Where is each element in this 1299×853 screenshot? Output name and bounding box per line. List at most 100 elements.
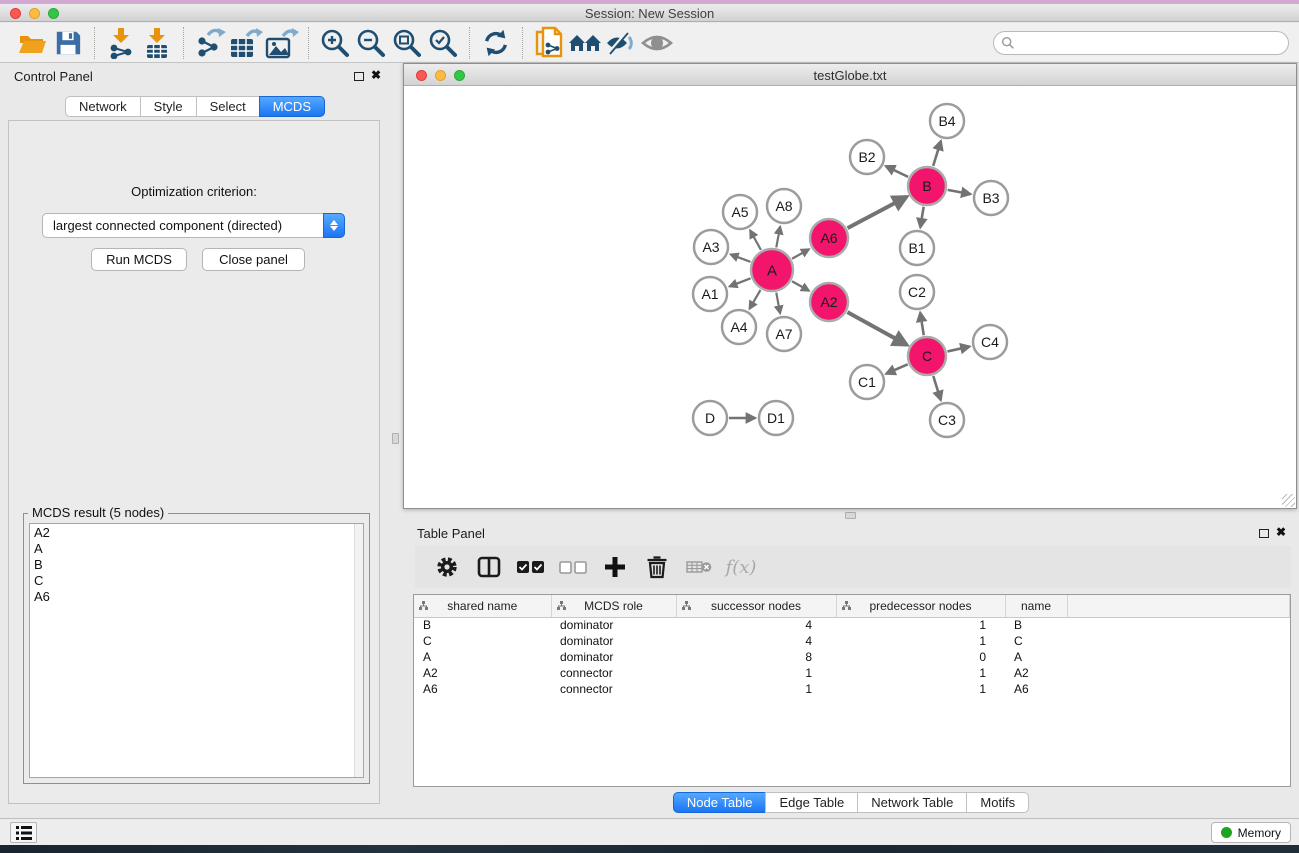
graph-node-A[interactable]: A [751, 249, 793, 291]
graph-node-B[interactable]: B [908, 167, 946, 205]
tab-style[interactable]: Style [140, 96, 197, 117]
graph-edge-C-C4[interactable] [947, 347, 969, 352]
graph-node-C2[interactable]: C2 [900, 275, 934, 309]
table-cell[interactable]: 4 [676, 633, 836, 649]
table-cell[interactable]: dominator [551, 617, 676, 633]
import-table-button[interactable] [139, 27, 175, 59]
graph-node-A2[interactable]: A2 [810, 283, 848, 321]
tab-select[interactable]: Select [196, 96, 260, 117]
result-item[interactable]: A [34, 541, 363, 557]
table-cell[interactable]: 1 [676, 665, 836, 681]
table-cell[interactable]: dominator [551, 633, 676, 649]
column-header-predecessor-nodes[interactable]: predecessor nodes [836, 595, 1005, 617]
vertical-splitter-grip[interactable] [392, 433, 399, 444]
table-row[interactable]: A6connector11A6 [414, 681, 1290, 697]
table-row[interactable]: Adominator80A [414, 649, 1290, 665]
table-row[interactable]: Bdominator41B [414, 617, 1290, 633]
save-session-button[interactable] [50, 27, 86, 59]
graph-node-D1[interactable]: D1 [759, 401, 793, 435]
graph-node-A3[interactable]: A3 [694, 230, 728, 264]
graph-edge-C-C2[interactable] [920, 313, 924, 336]
graph-edge-C-C3[interactable] [933, 376, 940, 400]
tab-network[interactable]: Network [65, 96, 141, 117]
network-window-titlebar[interactable]: testGlobe.txt [404, 64, 1296, 86]
table-cell[interactable]: A [414, 649, 551, 665]
table-cell[interactable]: 1 [836, 681, 1005, 697]
task-history-button[interactable] [10, 822, 37, 843]
table-cell[interactable]: 1 [836, 665, 1005, 681]
tab-mcds[interactable]: MCDS [259, 96, 325, 117]
column-header-successor-nodes[interactable]: successor nodes [676, 595, 836, 617]
window-resize-grip[interactable] [1282, 494, 1295, 507]
memory-button[interactable]: Memory [1211, 822, 1291, 843]
graph-edge-C-C1[interactable] [886, 364, 907, 373]
search-input[interactable] [993, 31, 1289, 55]
table-cell[interactable]: 1 [676, 681, 836, 697]
zoom-selected-button[interactable] [425, 27, 461, 59]
table-cell[interactable]: C [414, 633, 551, 649]
mcds-result-list[interactable]: A2ABCA6 [29, 523, 364, 778]
table-cell[interactable]: dominator [551, 649, 676, 665]
table-cell[interactable] [1067, 681, 1290, 697]
graph-node-B3[interactable]: B3 [974, 181, 1008, 215]
table-cell[interactable]: A [1005, 649, 1067, 665]
table-cell[interactable]: C [1005, 633, 1067, 649]
graph-edge-A-A4[interactable] [750, 290, 761, 309]
result-scrollbar[interactable] [354, 524, 363, 777]
graph-edge-A-A2[interactable] [792, 281, 809, 290]
table-cell[interactable]: connector [551, 681, 676, 697]
table-cell[interactable]: A2 [414, 665, 551, 681]
graph-node-C[interactable]: C [908, 337, 946, 375]
node-table[interactable]: shared nameMCDS rolesuccessor nodesprede… [414, 595, 1290, 697]
graph-node-A4[interactable]: A4 [722, 310, 756, 344]
table-row[interactable]: Cdominator41C [414, 633, 1290, 649]
table-cell[interactable] [1067, 617, 1290, 633]
control-panel-float-icon[interactable] [354, 72, 364, 81]
graph-node-B1[interactable]: B1 [900, 231, 934, 265]
table-settings-button[interactable] [433, 553, 461, 581]
graph-node-A6[interactable]: A6 [810, 219, 848, 257]
graph-edge-B-B1[interactable] [920, 207, 923, 228]
graph-edge-A-A7[interactable] [776, 293, 780, 314]
tab-node-table[interactable]: Node Table [673, 792, 767, 813]
graph-edge-A2-C[interactable] [847, 312, 906, 345]
graph-edge-A-A1[interactable] [730, 278, 751, 286]
table-cell[interactable] [1067, 665, 1290, 681]
table-cell[interactable] [1067, 649, 1290, 665]
graph-node-B2[interactable]: B2 [850, 140, 884, 174]
graph-node-C1[interactable]: C1 [850, 365, 884, 399]
close-panel-button[interactable]: Close panel [202, 248, 305, 271]
hide-panels-button[interactable] [603, 27, 639, 59]
table-cell[interactable]: B [414, 617, 551, 633]
graph-node-A7[interactable]: A7 [767, 317, 801, 351]
table-row[interactable]: A2connector11A2 [414, 665, 1290, 681]
table-cell[interactable]: B [1005, 617, 1067, 633]
zoom-in-button[interactable] [317, 27, 353, 59]
column-header-name[interactable]: name [1005, 595, 1067, 617]
column-header-MCDS-role[interactable]: MCDS role [551, 595, 676, 617]
graph-node-D[interactable]: D [693, 401, 727, 435]
result-item[interactable]: B [34, 557, 363, 573]
table-cell[interactable]: 1 [836, 633, 1005, 649]
delete-column-button[interactable] [643, 553, 671, 581]
table-cell[interactable]: A6 [414, 681, 551, 697]
export-table-button[interactable] [228, 27, 264, 59]
graph-edge-A6-B[interactable] [848, 197, 907, 228]
graph-node-A5[interactable]: A5 [723, 195, 757, 229]
deselect-all-button[interactable] [559, 553, 587, 581]
result-item[interactable]: A2 [34, 525, 363, 541]
home-layout-button[interactable] [567, 27, 603, 59]
select-all-button[interactable] [517, 553, 545, 581]
tab-motifs[interactable]: Motifs [966, 792, 1029, 813]
result-item[interactable]: C [34, 573, 363, 589]
graph-node-B4[interactable]: B4 [930, 104, 964, 138]
table-panel-close-icon[interactable]: ✖ [1276, 525, 1286, 539]
refresh-button[interactable] [478, 27, 514, 59]
show-graphics-button[interactable] [639, 27, 675, 59]
graph-edge-B-B4[interactable] [933, 141, 941, 166]
graph-edge-A-A6[interactable] [792, 249, 809, 258]
graph-edge-B-B3[interactable] [948, 190, 971, 194]
table-cell[interactable]: A6 [1005, 681, 1067, 697]
graph-edge-A-A8[interactable] [776, 227, 780, 248]
table-cell[interactable]: 1 [836, 617, 1005, 633]
